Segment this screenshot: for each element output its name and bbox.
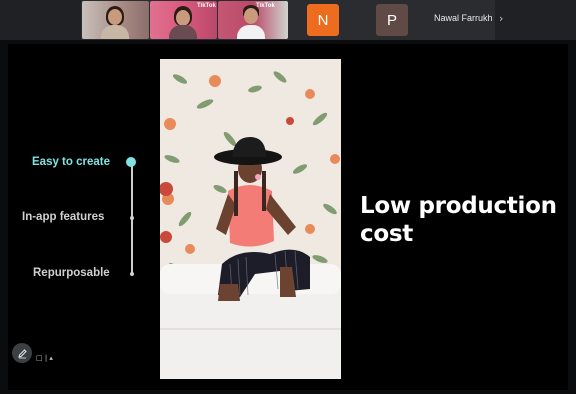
participant-tile-1[interactable] bbox=[82, 1, 149, 39]
timeline-dot-active bbox=[126, 157, 136, 167]
tiktok-watermark: TikTok bbox=[197, 3, 216, 9]
participant-avatar-p[interactable]: P bbox=[376, 4, 408, 36]
toolbar-glyph: □ | ▴ bbox=[36, 354, 53, 362]
participant-tile-3[interactable]: TikTok bbox=[218, 1, 288, 39]
cowboy-hat-woman-photo bbox=[160, 59, 341, 379]
timeline-dot bbox=[130, 216, 134, 220]
timeline-dot bbox=[130, 272, 134, 276]
pencil-icon[interactable] bbox=[12, 343, 32, 363]
participant-name: Nawal Farrukh bbox=[434, 13, 493, 23]
participant-tile-2[interactable]: TikTok bbox=[150, 1, 217, 39]
slide-headline: Low production cost bbox=[360, 192, 560, 248]
headline-line-1: Low production bbox=[360, 193, 557, 219]
participant-avatar-n[interactable]: N bbox=[307, 4, 339, 36]
headline-line-2: cost bbox=[360, 221, 413, 247]
participant-bar: TikTok TikTok N P Nawal Farrukh › bbox=[0, 0, 576, 40]
timeline-label-repurposable: Repurposable bbox=[33, 267, 110, 279]
timeline-label-easy-to-create: Easy to create bbox=[32, 156, 110, 168]
tiktok-watermark: TikTok bbox=[256, 3, 275, 9]
participant-strip: TikTok TikTok N P bbox=[81, 0, 495, 40]
timeline-label-in-app-features: In-app features bbox=[22, 211, 105, 223]
chevron-right-icon[interactable]: › bbox=[499, 12, 503, 25]
